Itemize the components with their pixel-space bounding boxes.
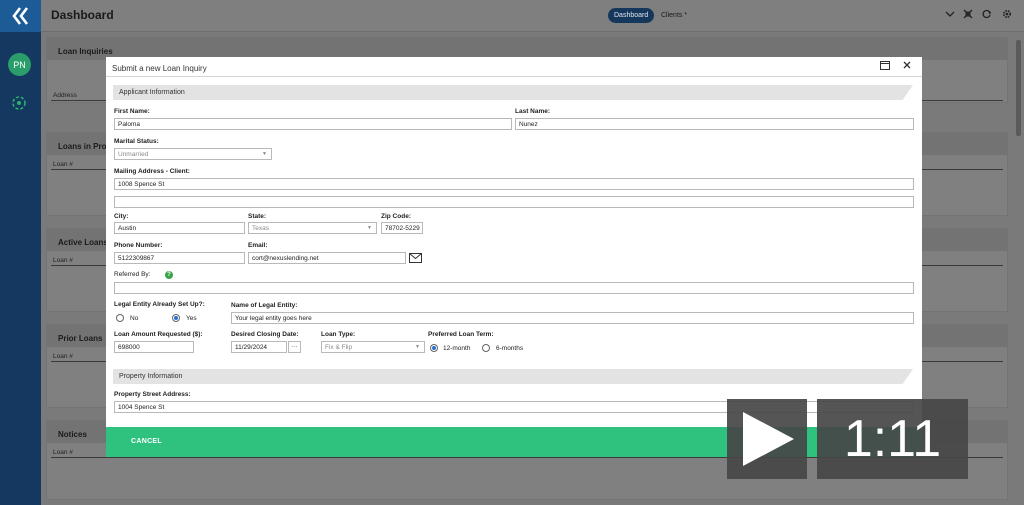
chevron-down-icon: ▼ xyxy=(262,151,267,157)
mailing-address-label: Mailing Address - Client: xyxy=(114,168,190,175)
marital-status-select[interactable]: Unmarried ▼ xyxy=(114,148,272,160)
loan-type-select[interactable]: Fix & Flip ▼ xyxy=(321,341,425,353)
calendar-icon: ··· xyxy=(291,343,298,350)
email-field[interactable]: cort@nexuslending.net xyxy=(248,252,406,264)
column-header: Loan # xyxy=(53,257,73,264)
tab-dashboard[interactable]: Dashboard xyxy=(608,8,655,23)
property-address-label: Property Street Address: xyxy=(114,391,191,398)
entity-no-label: No xyxy=(130,315,139,322)
maximize-icon[interactable] xyxy=(880,61,890,72)
close-icon[interactable] xyxy=(903,61,911,71)
date-picker-button[interactable]: ··· xyxy=(288,341,301,353)
modal-title: Submit a new Loan Inquiry xyxy=(112,64,207,73)
state-select[interactable]: Texas ▼ xyxy=(248,222,377,234)
loan-amount-field[interactable]: 698000 xyxy=(114,341,194,353)
app-logo[interactable] xyxy=(0,0,41,32)
term-12-month-label: 12-month xyxy=(443,345,471,352)
scrollbar[interactable] xyxy=(1016,40,1021,136)
term-12-month-radio[interactable] xyxy=(430,344,438,352)
column-header: Loan # xyxy=(53,353,73,360)
chart-icon[interactable] xyxy=(10,94,28,114)
zip-code-field[interactable]: 78702-5229 xyxy=(381,222,423,234)
city-field[interactable]: Austin xyxy=(114,222,245,234)
marital-status-label: Marital Status: xyxy=(114,138,159,145)
gear-icon[interactable] xyxy=(1002,9,1012,21)
last-name-field[interactable]: Nunez xyxy=(515,118,914,130)
term-6-months-label: 6-months xyxy=(496,345,524,352)
loan-amount-label: Loan Amount Requested ($): xyxy=(114,331,203,338)
email-label: Email: xyxy=(248,242,268,249)
closing-date-field[interactable]: 11/29/2024 xyxy=(231,341,287,353)
loan-type-label: Loan Type: xyxy=(321,331,356,338)
column-header: Loan # xyxy=(53,161,73,168)
legal-entity-setup-label: Legal Entity Already Set Up?: xyxy=(114,301,205,308)
column-header: Address xyxy=(53,92,77,99)
top-bar: Dashboard Dashboard Clients * xyxy=(41,0,1024,32)
cancel-button[interactable]: CANCEL xyxy=(131,438,162,445)
referred-by-field[interactable] xyxy=(114,282,914,294)
chevron-down-icon[interactable] xyxy=(945,9,955,21)
video-duration: 1:11 xyxy=(817,399,968,479)
envelope-icon[interactable] xyxy=(409,253,422,265)
state-value: Texas xyxy=(252,225,269,232)
legal-entity-name-label: Name of Legal Entity: xyxy=(231,302,298,309)
logo-icon xyxy=(11,7,28,25)
phone-number-label: Phone Number: xyxy=(114,242,163,249)
closing-date-label: Desired Closing Date: xyxy=(231,331,299,338)
column-header: Loan # xyxy=(53,449,73,456)
refresh-icon[interactable] xyxy=(982,9,992,21)
city-label: City: xyxy=(114,213,129,220)
loan-inquiry-modal: Submit a new Loan Inquiry Applicant Info… xyxy=(106,57,922,457)
first-name-label: First Name: xyxy=(114,108,150,115)
entity-yes-radio[interactable] xyxy=(172,314,180,322)
tab-clients[interactable]: Clients * xyxy=(661,8,687,23)
entity-yes-label: Yes xyxy=(186,315,197,322)
loan-type-value: Fix & Flip xyxy=(325,344,353,351)
play-button[interactable] xyxy=(727,399,807,479)
section-property-information: Property Information xyxy=(113,369,913,384)
state-label: State: xyxy=(248,213,267,220)
collapse-icon[interactable] xyxy=(963,9,973,21)
first-name-field[interactable]: Paloma xyxy=(114,118,512,130)
modal-header: Submit a new Loan Inquiry xyxy=(106,57,922,77)
referred-by-label: Referred By: xyxy=(114,271,151,278)
help-icon[interactable]: ? xyxy=(165,271,173,279)
zip-code-label: Zip Code: xyxy=(381,213,411,220)
left-rail: PN xyxy=(0,0,41,505)
last-name-label: Last Name: xyxy=(515,108,551,115)
chevron-down-icon: ▼ xyxy=(367,225,372,231)
entity-no-radio[interactable] xyxy=(116,314,124,322)
legal-entity-name-field[interactable]: Your legal entity goes here xyxy=(231,312,914,324)
play-icon xyxy=(743,412,794,466)
section-applicant-information: Applicant Information xyxy=(113,85,913,100)
chevron-down-icon: ▼ xyxy=(415,344,420,350)
mailing-address-line1[interactable]: 1008 Spence St xyxy=(114,178,914,190)
loan-term-label: Preferred Loan Term: xyxy=(428,331,494,338)
term-6-months-radio[interactable] xyxy=(482,344,490,352)
mailing-address-line2[interactable] xyxy=(114,196,914,208)
page-title: Dashboard xyxy=(51,8,114,22)
phone-number-field[interactable]: 5122309867 xyxy=(114,252,245,264)
avatar[interactable]: PN xyxy=(8,53,31,76)
marital-status-value: Unmarried xyxy=(118,151,149,158)
